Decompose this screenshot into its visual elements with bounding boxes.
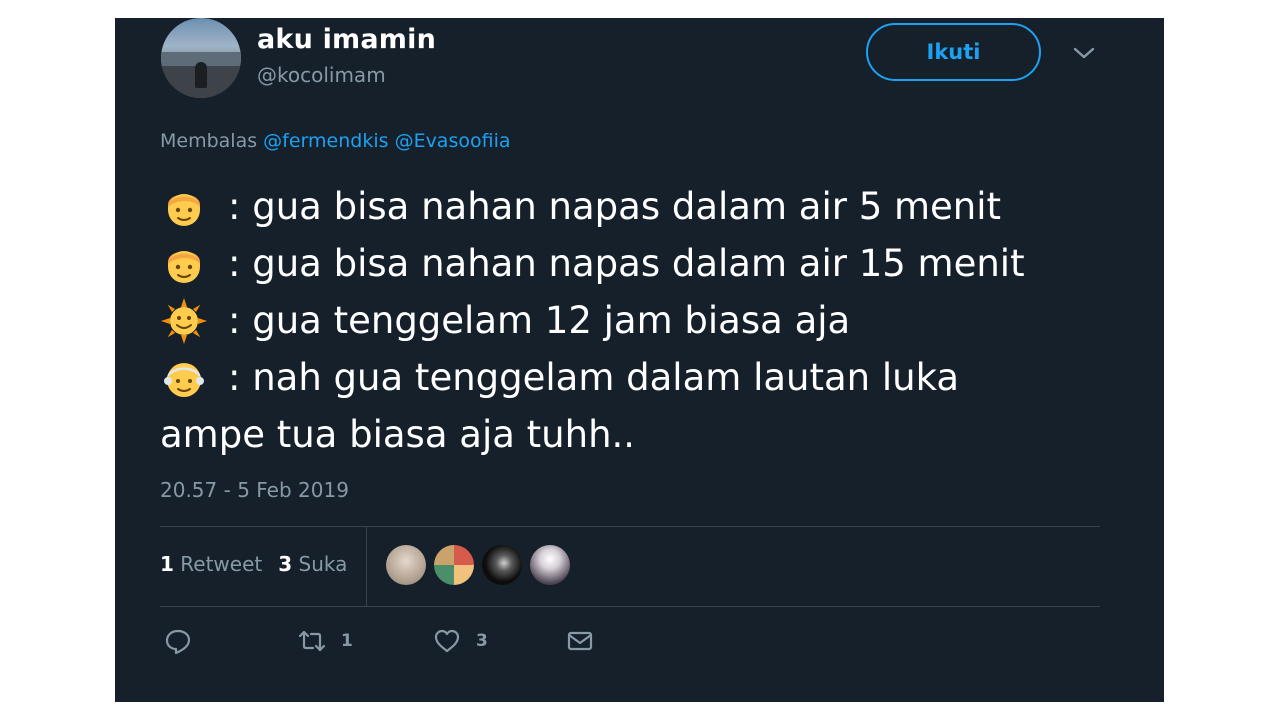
boy-face-icon: [168, 193, 200, 226]
tweet-card: aku imamin @kocolimam Ikuti Membalas @fe…: [115, 18, 1164, 702]
divider: [160, 526, 1100, 527]
tweet-line: : gua tenggelam 12 jam biasa aja: [160, 292, 1150, 349]
vertical-divider: [366, 527, 367, 606]
tweet-line-text: ampe tua biasa aja tuhh..: [160, 413, 636, 456]
retweet-stat-label: Retweet: [180, 552, 263, 576]
tweet-line: : nah gua tenggelam dalam lautan luka: [160, 349, 1150, 406]
tweet-line-text: : gua bisa nahan napas dalam air 5 menit: [228, 185, 1002, 228]
like-button[interactable]: 3: [432, 626, 488, 656]
reply-button[interactable]: [163, 626, 193, 656]
liker-avatar[interactable]: [386, 545, 426, 585]
engagement-stats: 1 Retweet 3 Suka: [160, 552, 347, 576]
mention-link[interactable]: @fermendkis: [263, 130, 388, 152]
reply-context: Membalas @fermendkis @Evasoofiia: [160, 130, 511, 152]
old-man-face-icon: [164, 362, 204, 397]
heart-icon: [434, 629, 460, 653]
retweet-button[interactable]: 1: [297, 626, 353, 656]
user-handle[interactable]: @kocolimam: [257, 63, 386, 87]
tweet-line-text: : gua bisa nahan napas dalam air 15 meni…: [228, 242, 1025, 285]
sun-face-icon: [161, 297, 207, 344]
retweet-stat[interactable]: 1 Retweet: [160, 552, 262, 576]
chevron-down-icon[interactable]: [1073, 46, 1095, 60]
display-name[interactable]: aku imamin: [257, 24, 436, 55]
like-stat-count: 3: [278, 552, 293, 576]
envelope-icon: [567, 631, 593, 651]
tweet-line-text: : nah gua tenggelam dalam lautan luka: [228, 356, 960, 399]
direct-message-button[interactable]: [565, 626, 595, 656]
tweet-line: : gua bisa nahan napas dalam air 5 menit: [160, 178, 1150, 235]
reply-prefix: Membalas: [160, 130, 258, 152]
retweet-stat-count: 1: [160, 552, 174, 576]
tweet-line-text: : gua tenggelam 12 jam biasa aja: [228, 299, 851, 342]
mention-link[interactable]: @Evasoofiia: [395, 130, 511, 152]
liker-avatar[interactable]: [434, 545, 474, 585]
tweet-text: : gua bisa nahan napas dalam air 5 menit…: [160, 178, 1150, 463]
follow-button[interactable]: Ikuti: [866, 23, 1041, 81]
reply-icon: [165, 629, 191, 655]
divider: [160, 606, 1100, 607]
tweet-line: : gua bisa nahan napas dalam air 15 meni…: [160, 235, 1150, 292]
retweet-icon: [298, 630, 326, 652]
tweet-timestamp[interactable]: 20.57 - 5 Feb 2019: [160, 478, 349, 502]
like-stat-label: Suka: [298, 552, 348, 576]
liker-avatars: [386, 545, 570, 585]
liker-avatar[interactable]: [530, 545, 570, 585]
liker-avatar[interactable]: [482, 545, 522, 585]
avatar[interactable]: [161, 18, 241, 98]
retweet-count: 1: [341, 631, 353, 651]
boy-face-icon: [168, 250, 200, 283]
like-stat[interactable]: 3 Suka: [278, 552, 347, 576]
like-count: 3: [476, 631, 488, 651]
tweet-line: ampe tua biasa aja tuhh..: [160, 406, 1150, 463]
